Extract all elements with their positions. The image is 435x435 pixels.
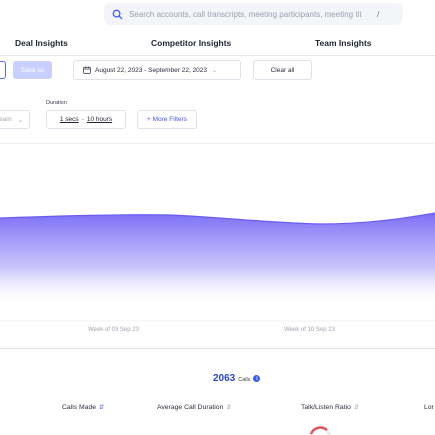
calls-label: Calls <box>238 377 251 383</box>
column-label: Calls Made <box>62 404 96 411</box>
sort-icon[interactable]: ⇵ <box>99 405 104 411</box>
search-icon <box>112 9 123 19</box>
search-input[interactable]: Search accounts, call transcripts, meeti… <box>129 10 369 19</box>
column-label: Talk/Listen Ratio <box>301 404 351 411</box>
column-header-average-call-duration[interactable]: Average Call Duration ⇵ <box>157 404 231 411</box>
calls-trend-chart <box>0 212 435 322</box>
clear-all-button[interactable]: Clear all <box>253 60 312 80</box>
tab-competitor-insights[interactable]: Competitor Insights <box>151 38 231 48</box>
search-shortcut: / <box>377 9 380 19</box>
calendar-icon <box>83 66 91 74</box>
save-as-button[interactable]: Save as <box>13 61 52 79</box>
x-tick-label: Week of 10 Sep 23 <box>284 327 335 333</box>
date-range-value: August 22, 2023 - September 22, 2023 <box>95 66 208 74</box>
chevron-down-icon: ⌄ <box>17 116 24 124</box>
tab-team-insights[interactable]: Team Insights <box>315 38 372 48</box>
more-filters-button[interactable]: + More Filters <box>137 110 197 129</box>
x-tick-label: Week of 03 Sep 23 <box>88 327 139 333</box>
global-search[interactable]: Search accounts, call transcripts, meeti… <box>104 3 403 25</box>
date-range-picker[interactable]: August 22, 2023 - September 22, 2023 ⌄ <box>73 60 241 80</box>
area-fill <box>0 213 435 304</box>
duration-filter[interactable]: 1 secs - 10 hours <box>46 110 126 129</box>
tab-deal-insights[interactable]: Deal Insights <box>15 38 68 48</box>
column-header-talk-listen-ratio[interactable]: Talk/Listen Ratio ⇵ <box>301 404 359 411</box>
filter-button-partial[interactable] <box>0 61 6 79</box>
talk-listen-ratio-ring <box>309 426 331 435</box>
sort-icon[interactable]: ⇵ <box>226 405 231 411</box>
info-icon[interactable]: i <box>253 375 261 382</box>
column-header-calls-made[interactable]: Calls Made ⇵ <box>62 404 104 411</box>
calls-total: 2063 Calls i <box>213 373 261 384</box>
duration-min[interactable]: 1 secs <box>60 116 79 123</box>
team-filter-label: eam <box>0 116 12 123</box>
duration-max[interactable]: 10 hours <box>87 116 112 123</box>
column-label: Lor <box>424 404 434 411</box>
duration-separator: - <box>81 116 84 123</box>
insights-tabs: Deal Insights Competitor Insights Team I… <box>0 30 435 56</box>
chevron-down-icon: ⌄ <box>212 67 218 74</box>
calls-count: 2063 <box>213 373 236 384</box>
column-header-partial[interactable]: Lor <box>424 404 434 411</box>
team-filter[interactable]: eam ⌄ <box>0 110 30 129</box>
column-label: Average Call Duration <box>157 404 224 411</box>
sort-icon[interactable]: ⇵ <box>354 405 359 411</box>
duration-label: Duration <box>46 100 67 106</box>
section-divider <box>0 348 435 349</box>
